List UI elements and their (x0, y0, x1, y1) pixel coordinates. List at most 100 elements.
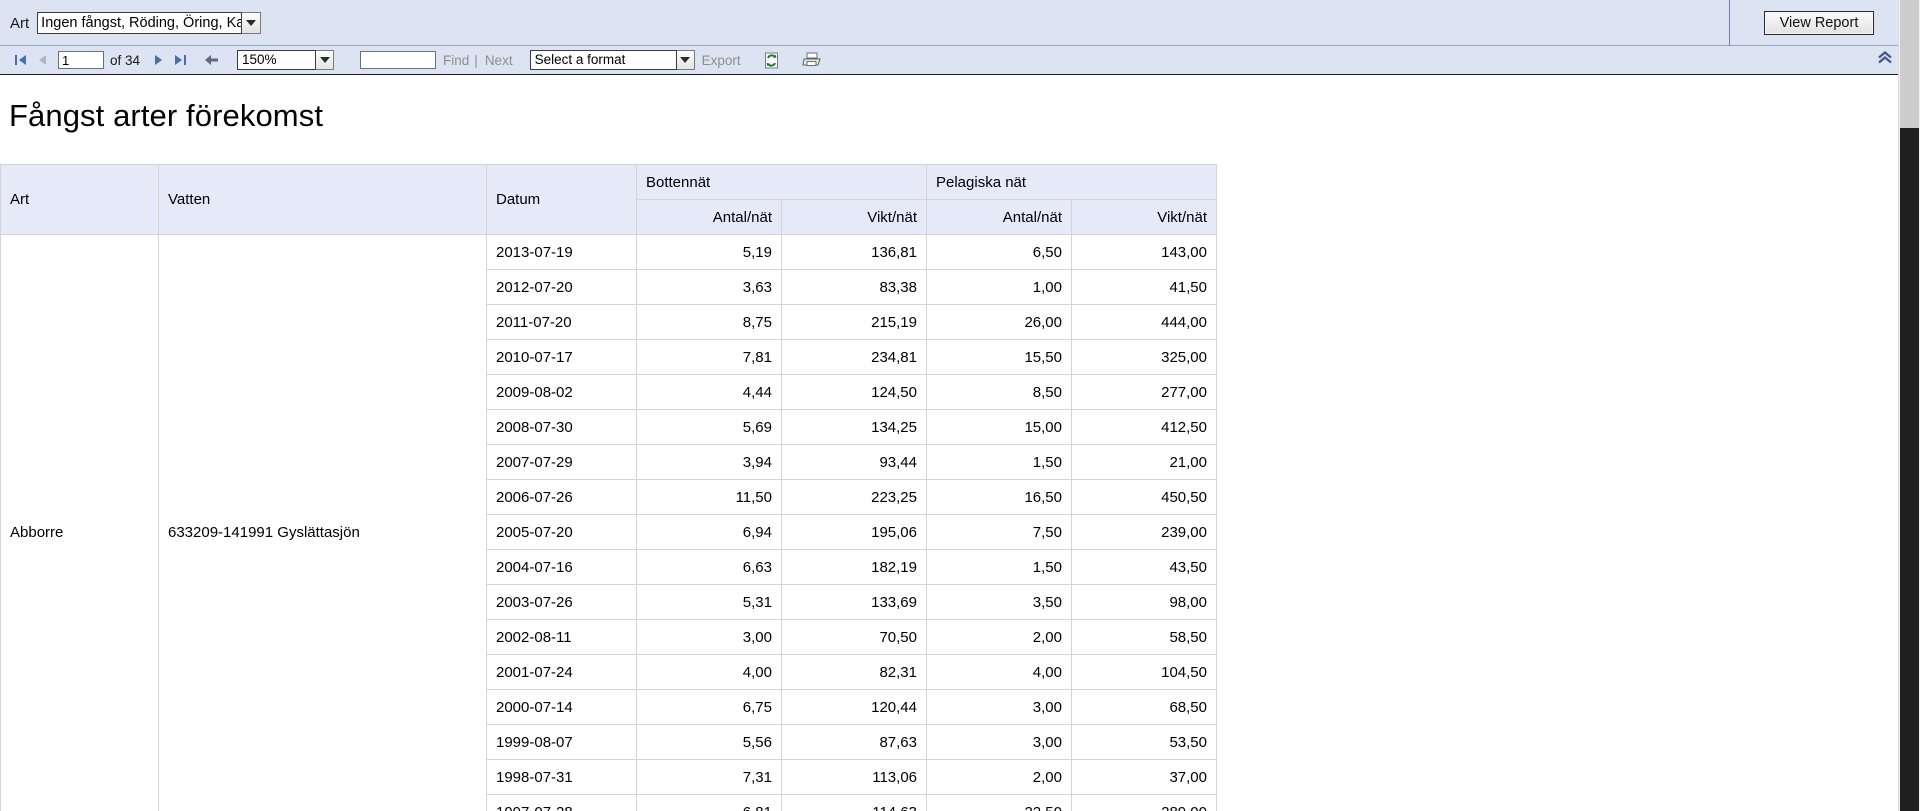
cell-vikt-pelagiska: 450,50 (1071, 479, 1217, 515)
cell-vikt-bottennat: 182,19 (781, 549, 927, 585)
last-page-icon[interactable] (169, 49, 191, 71)
cell-vikt-bottennat: 136,81 (781, 234, 927, 270)
collapse-toolbar-icon[interactable] (1876, 50, 1894, 71)
cell-antal-pelagiska: 22,50 (926, 794, 1072, 811)
table-header-group-row: Art Vatten Datum Bottennät Pelagiska nät (0, 164, 1217, 235)
previous-page-icon[interactable] (32, 49, 54, 71)
export-button[interactable]: Export (702, 53, 741, 68)
cell-vikt-bottennat: 223,25 (781, 479, 927, 515)
cell-antal-bottennat: 7,81 (636, 339, 782, 375)
cell-antal-bottennat: 5,69 (636, 409, 782, 445)
zoom-dropdown[interactable]: 150% (237, 50, 335, 70)
cell-vikt-pelagiska: 68,50 (1071, 689, 1217, 725)
scrollbar-thumb[interactable] (1900, 0, 1919, 128)
cell-antal-pelagiska: 7,50 (926, 514, 1072, 550)
search-input[interactable] (360, 51, 437, 69)
column-header-vatten: Vatten (158, 164, 487, 235)
cell-datum: 2009-08-02 (486, 374, 637, 410)
column-header-datum: Datum (486, 164, 637, 235)
report-viewer: Art Ingen fångst, Röding, Öring, Kar Vie… (0, 0, 1920, 811)
cell-antal-pelagiska: 26,00 (926, 304, 1072, 340)
cell-antal-bottennat: 5,19 (636, 234, 782, 270)
column-header-art: Art (0, 164, 159, 235)
parameter-bar-right: View Report (1729, 0, 1920, 46)
cell-antal-bottennat: 3,63 (636, 269, 782, 305)
cell-antal-pelagiska: 1,00 (926, 269, 1072, 305)
cell-antal-bottennat: 3,00 (636, 619, 782, 655)
cell-datum: 2010-07-17 (486, 339, 637, 375)
cell-vikt-pelagiska: 239,00 (1071, 514, 1217, 550)
column-header-antal-pelagiska: Antal/nät (926, 199, 1072, 235)
cell-datum: 2001-07-24 (486, 654, 637, 690)
table-body: Abborre 633209-141991 Gyslättasjön 2013-07… (0, 234, 1217, 811)
back-to-parent-report-icon[interactable] (201, 49, 223, 71)
divider (1729, 0, 1730, 46)
table-header: Art Vatten Datum Bottennät Pelagiska nät… (0, 164, 1217, 235)
cell-antal-bottennat: 6,63 (636, 549, 782, 585)
next-page-icon[interactable] (147, 49, 169, 71)
cell-datum: 2008-07-30 (486, 409, 637, 445)
refresh-icon[interactable] (763, 52, 780, 69)
chevron-down-icon[interactable] (676, 50, 695, 70)
parameter-label-art: Art (10, 15, 30, 32)
cell-antal-bottennat: 6,75 (636, 689, 782, 725)
cell-vikt-bottennat: 82,31 (781, 654, 927, 690)
column-header-vikt-bottennat: Vikt/nät (781, 199, 927, 235)
find-next-separator: | (474, 52, 478, 68)
cell-antal-bottennat: 3,94 (636, 444, 782, 480)
cell-vikt-bottennat: 124,50 (781, 374, 927, 410)
cell-antal-bottennat: 5,31 (636, 584, 782, 620)
cell-datum: 1998-07-31 (486, 759, 637, 795)
cell-vikt-bottennat: 133,69 (781, 584, 927, 620)
cell-antal-bottennat: 4,44 (636, 374, 782, 410)
cell-vikt-pelagiska: 143,00 (1071, 234, 1217, 270)
cell-vikt-bottennat: 83,38 (781, 269, 927, 305)
first-page-icon[interactable] (10, 49, 32, 71)
cell-datum: 2011-07-20 (486, 304, 637, 340)
cell-vatten: 633209-141991 Gyslättasjön (158, 234, 487, 811)
cell-vikt-pelagiska: 53,50 (1071, 724, 1217, 760)
cell-vikt-bottennat: 134,25 (781, 409, 927, 445)
cell-antal-bottennat: 5,56 (636, 724, 782, 760)
cell-vikt-pelagiska: 41,50 (1071, 269, 1217, 305)
cell-datum: 1999-08-07 (486, 724, 637, 760)
cell-antal-pelagiska: 1,50 (926, 549, 1072, 585)
cell-vikt-pelagiska: 289,00 (1071, 794, 1217, 811)
print-icon[interactable] (802, 52, 822, 68)
cell-art: Abborre (0, 234, 159, 811)
cell-vikt-pelagiska: 104,50 (1071, 654, 1217, 690)
view-report-button[interactable]: View Report (1764, 10, 1874, 35)
cell-antal-pelagiska: 8,50 (926, 374, 1072, 410)
cell-antal-pelagiska: 3,00 (926, 689, 1072, 725)
cell-antal-pelagiska: 2,00 (926, 759, 1072, 795)
column-header-antal-bottennat: Antal/nät (636, 199, 782, 235)
export-format-dropdown[interactable]: Select a format (529, 50, 695, 70)
find-next-button[interactable]: Next (485, 53, 513, 68)
export-format-value[interactable]: Select a format (529, 50, 677, 70)
table-row: Abborre 633209-141991 Gyslättasjön 2013-07… (0, 234, 1217, 811)
page-scrollbar[interactable] (1898, 0, 1920, 811)
art-parameter-dropdown[interactable]: Ingen fångst, Röding, Öring, Kar (37, 11, 262, 34)
cell-antal-pelagiska: 1,50 (926, 444, 1072, 480)
cell-datum: 2002-08-11 (486, 619, 637, 655)
cell-vikt-pelagiska: 412,50 (1071, 409, 1217, 445)
cell-antal-pelagiska: 15,00 (926, 409, 1072, 445)
chevron-down-icon[interactable] (316, 50, 335, 70)
page-number-input[interactable] (58, 51, 104, 69)
cell-vikt-pelagiska: 325,00 (1071, 339, 1217, 375)
column-header-bottennat: Bottennät (636, 164, 927, 200)
find-button[interactable]: Find (443, 53, 469, 68)
scrollbar-track[interactable] (1900, 128, 1919, 811)
art-parameter-value[interactable]: Ingen fångst, Röding, Öring, Kar (37, 11, 243, 34)
chevron-down-icon[interactable] (242, 11, 262, 34)
parameter-bar: Art Ingen fångst, Röding, Öring, Kar Vie… (0, 0, 1920, 46)
cell-vikt-pelagiska: 444,00 (1071, 304, 1217, 340)
report-toolbar: of 34 150% Find | Next Select a format E… (0, 46, 1920, 75)
cell-datum: 2007-07-29 (486, 444, 637, 480)
cell-vikt-pelagiska: 277,00 (1071, 374, 1217, 410)
zoom-value[interactable]: 150% (237, 50, 317, 70)
report-content: Fångst arter förekomst Art Vatten Datum … (0, 76, 1898, 811)
cell-antal-pelagiska: 2,00 (926, 619, 1072, 655)
cell-datum: 1997-07-28 (486, 794, 637, 811)
cell-vikt-bottennat: 87,63 (781, 724, 927, 760)
